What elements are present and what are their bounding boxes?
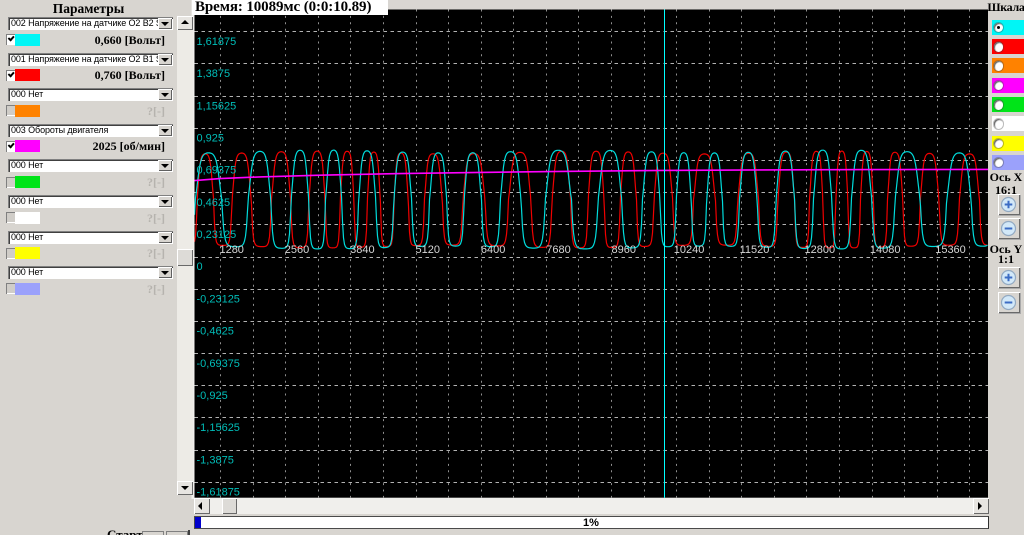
svg-text:5120: 5120: [416, 244, 440, 256]
svg-text:1280: 1280: [219, 244, 243, 256]
svg-text:-1,15625: -1,15625: [197, 422, 240, 434]
svg-text:12800: 12800: [805, 244, 836, 256]
svg-text:2560: 2560: [285, 244, 309, 256]
svg-text:3840: 3840: [350, 244, 374, 256]
svg-text:10240: 10240: [674, 244, 705, 256]
svg-text:0,925: 0,925: [197, 133, 225, 145]
svg-text:8960: 8960: [612, 244, 636, 256]
svg-text:-0,925: -0,925: [197, 390, 228, 402]
svg-text:1,61875: 1,61875: [197, 36, 237, 48]
svg-text:15360: 15360: [935, 244, 966, 256]
svg-text:-1,61875: -1,61875: [197, 487, 240, 499]
svg-text:6400: 6400: [481, 244, 505, 256]
svg-text:-0,69375: -0,69375: [197, 358, 240, 370]
svg-text:11520: 11520: [740, 244, 770, 256]
svg-text:0: 0: [197, 261, 203, 273]
svg-text:-1,3875: -1,3875: [197, 454, 234, 466]
svg-text:7680: 7680: [546, 244, 570, 256]
svg-text:1,15625: 1,15625: [197, 100, 237, 112]
svg-text:14080: 14080: [870, 244, 901, 256]
svg-text:-0,4625: -0,4625: [197, 326, 234, 338]
svg-text:1,3875: 1,3875: [197, 68, 231, 80]
svg-text:-0,23125: -0,23125: [197, 293, 240, 305]
svg-text:0,4625: 0,4625: [197, 197, 231, 209]
svg-text:0,69375: 0,69375: [197, 165, 237, 177]
svg-text:0,23125: 0,23125: [197, 229, 237, 241]
